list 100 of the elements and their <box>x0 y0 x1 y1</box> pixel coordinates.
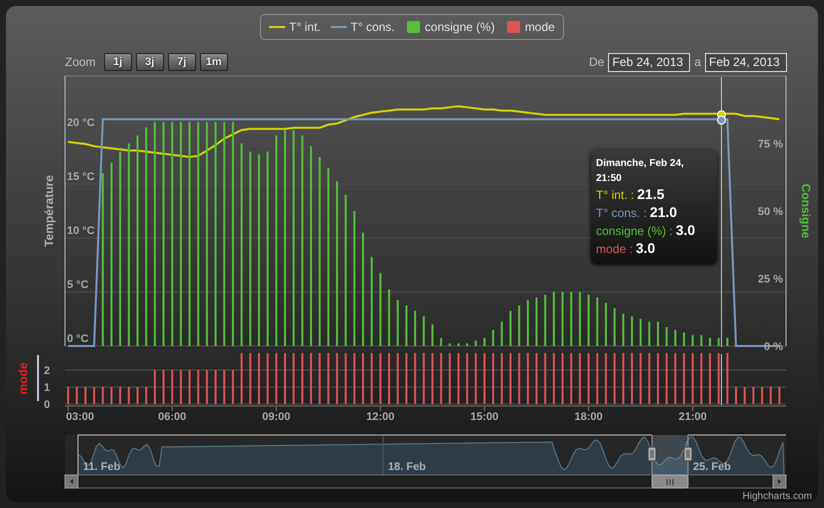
bar <box>578 353 581 404</box>
tooltip-title: Dimanche, Feb 24, 21:50 <box>596 157 685 186</box>
bar <box>588 294 590 346</box>
scroll-left-button[interactable] <box>64 474 78 488</box>
tooltip-value: 3.0 <box>636 240 656 257</box>
bar <box>414 310 416 346</box>
bar <box>457 343 460 346</box>
bar <box>648 322 650 346</box>
tooltip-label: T° cons. : <box>596 205 647 222</box>
bar <box>630 353 633 404</box>
bar <box>249 353 252 404</box>
navigator-handle[interactable] <box>684 446 692 462</box>
navigator-handle[interactable] <box>648 446 656 462</box>
bar <box>744 387 746 404</box>
bar <box>536 297 538 346</box>
from-label: De <box>588 54 604 71</box>
bar <box>700 335 702 346</box>
bar <box>180 370 182 404</box>
bar <box>596 353 598 404</box>
tooltip-value: 21.5 <box>637 186 664 203</box>
bar <box>526 353 529 404</box>
bar <box>718 338 720 346</box>
axis-label: 06:00 <box>158 411 186 423</box>
bar <box>718 353 720 404</box>
zoom-button[interactable]: 3j <box>136 53 164 71</box>
bar <box>154 370 156 404</box>
bar <box>292 353 295 404</box>
bar <box>656 322 659 346</box>
bar <box>570 292 572 346</box>
bar <box>604 353 607 404</box>
bar <box>544 294 546 346</box>
bar <box>301 353 304 404</box>
legend-item[interactable]: T° cons. <box>330 18 395 36</box>
scroll-right-button[interactable] <box>772 474 786 488</box>
axis-label: 25 % <box>758 274 783 286</box>
navigator-label: 11. Feb <box>83 461 120 473</box>
date-field[interactable]: Feb 24, 2013 <box>705 52 787 72</box>
axis-label: 20 °C <box>67 117 95 129</box>
axis-label: 15 °C <box>67 171 95 183</box>
tooltip-value: 21.0 <box>650 204 678 221</box>
bar <box>448 343 451 346</box>
bar <box>770 387 772 404</box>
bar <box>726 338 728 346</box>
axis-title: mode <box>16 362 30 394</box>
bar <box>544 353 546 404</box>
bar <box>145 387 148 404</box>
bar <box>344 353 347 404</box>
zoom-button[interactable]: 1m <box>200 53 228 71</box>
bar <box>500 322 503 346</box>
tooltip-value: 3.0 <box>676 222 696 239</box>
bar <box>692 353 694 404</box>
zoom-label: Zoom <box>65 54 96 71</box>
bar <box>562 292 564 346</box>
bar <box>214 370 217 404</box>
bar <box>440 353 442 404</box>
bar <box>275 353 278 404</box>
bar <box>483 353 486 404</box>
bar <box>119 387 122 404</box>
bar <box>614 353 616 404</box>
bar <box>136 387 139 404</box>
axis-label: 5 °C <box>67 279 89 291</box>
legend-item[interactable]: consigne (%) <box>404 18 495 36</box>
legend-item[interactable]: mode <box>504 18 555 36</box>
bar <box>518 306 520 346</box>
bar <box>422 353 425 404</box>
axis-title: Température <box>42 175 56 247</box>
bar <box>735 387 738 404</box>
bar <box>431 324 434 346</box>
legend-item[interactable]: T° int. <box>269 18 321 36</box>
bar <box>258 353 260 404</box>
bar <box>388 289 390 346</box>
bar <box>666 353 668 404</box>
bar <box>483 338 486 346</box>
bar <box>596 297 598 346</box>
bar <box>448 353 451 404</box>
bar <box>162 370 165 404</box>
bar <box>588 353 590 404</box>
zoom-button[interactable]: 1j <box>104 53 132 71</box>
tooltip-label: mode : <box>596 241 633 258</box>
bar <box>223 370 226 404</box>
date-field[interactable]: Feb 24, 2013 <box>608 52 690 72</box>
bar <box>614 308 616 346</box>
bar <box>518 353 520 404</box>
point-marker <box>716 116 726 125</box>
navigator-label: 18. Feb <box>388 461 426 473</box>
bar <box>552 292 555 346</box>
bar <box>630 316 633 346</box>
scrollbar-thumb[interactable] <box>652 474 688 488</box>
axis-label: 1 <box>44 382 50 394</box>
credits-link[interactable]: Highcharts.com <box>742 489 818 504</box>
bar <box>604 302 607 346</box>
bar <box>336 353 338 404</box>
bar <box>232 370 234 404</box>
axis-title: Consigne <box>799 184 813 238</box>
bar <box>284 353 286 404</box>
bar <box>457 353 460 404</box>
bar <box>700 353 702 404</box>
axis-label: 0 °C <box>67 333 89 345</box>
zoom-button[interactable]: 7j <box>168 53 196 71</box>
bar <box>128 387 130 404</box>
